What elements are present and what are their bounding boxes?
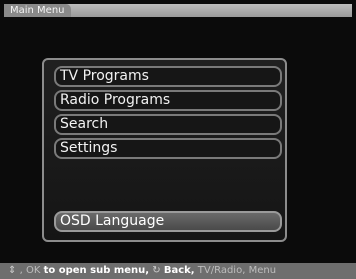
tvradio-help-text: TV/Radio, (197, 265, 246, 276)
main-menu-panel: TV Programs Radio Programs Search Settin… (42, 58, 287, 242)
key-help-bar: ⇕ , OK to open sub menu, ↻ Back, TV/Radi… (0, 263, 356, 279)
window-title: Main Menu (4, 4, 71, 17)
menu-item-osd-language[interactable]: OSD Language (54, 211, 282, 232)
ok-help-text: to open sub menu, (43, 265, 150, 276)
menu-help-text: Menu (248, 265, 277, 276)
back-help-text: Back, (163, 265, 195, 276)
up-down-arrows-icon: ⇕ (8, 265, 17, 276)
menu-item-settings[interactable]: Settings (54, 138, 282, 159)
footer-separator: , (19, 265, 23, 276)
menu-item-search[interactable]: Search (54, 114, 282, 135)
menu-item-tv-programs[interactable]: TV Programs (54, 66, 282, 87)
title-bar: Main Menu (4, 4, 352, 17)
ok-key-label: OK (25, 265, 41, 276)
back-icon: ↻ (152, 265, 161, 276)
menu-item-radio-programs[interactable]: Radio Programs (54, 90, 282, 111)
